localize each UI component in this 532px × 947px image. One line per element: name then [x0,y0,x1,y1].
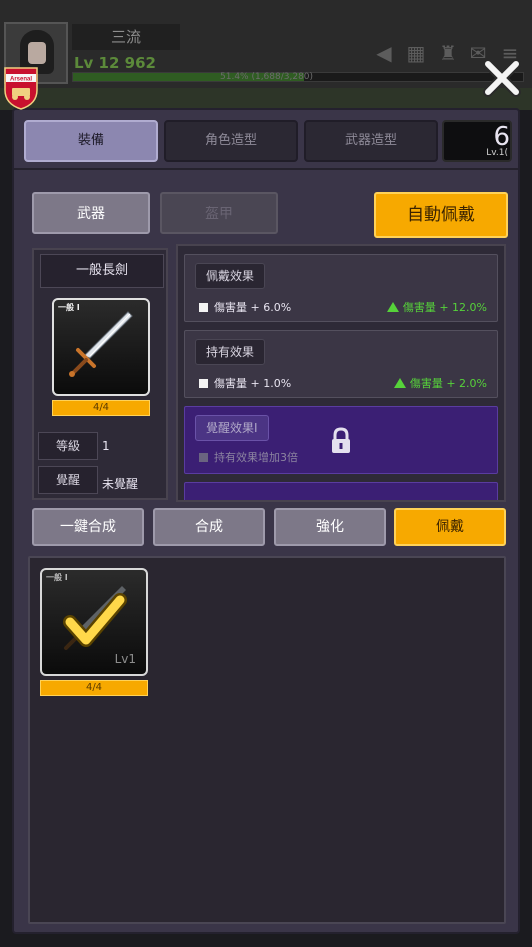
svg-text:Arsenal: Arsenal [10,77,32,83]
hold-effect-gain: 傷害量 + 2.0% [393,375,487,391]
equip-effect-gain: 傷害量 + 12.0% [386,299,487,315]
item-name: 一般長劍 [40,254,164,288]
level-label: 等級 [38,432,98,460]
inventory-item-count-bar: 4/4 [40,680,148,696]
equip-effect-card: 佩戴效果 傷害量 + 6.0% 傷害量 + 12.0% [184,254,498,322]
speaker-icon: ◀ [376,41,392,65]
player-level: Lv 12 962 [74,54,156,72]
tab-extra[interactable]: 6 Lv.1( [442,120,512,162]
merge-button[interactable]: 合成 [153,508,265,546]
level-value: 1 [102,439,110,453]
trophy-icon: ♜ [439,41,457,65]
divider [14,168,518,170]
status-strip [0,88,532,110]
equip-button[interactable]: 佩戴 [394,508,506,546]
awaken-effect-title: 覺醒效果I [195,415,269,441]
top-tab-bar: 裝備 角色造型 武器造型 6 Lv.1( [24,120,512,164]
long-sword-icon [69,311,133,377]
awaken-value: 未覺醒 [102,477,139,491]
tab-extra-level: Lv.1( [486,148,508,158]
increase-arrow-icon [386,302,399,312]
awaken-effect-card-2 [184,482,498,500]
one-click-merge-button[interactable]: 一鍵合成 [32,508,144,546]
sub-tab-armor[interactable]: 盔甲 [160,192,278,234]
awaken-effect-card: 覺醒效果I 持有效果增加3倍 [184,406,498,474]
enhance-button[interactable]: 強化 [274,508,386,546]
awaken-effect-stat: 持有效果增加3倍 [199,449,298,465]
close-icon[interactable] [480,56,524,100]
item-detail-card: 一般長劍 一般 I 4/4 等級 1 覺醒 未覺醒 [32,248,168,500]
bullet-icon [199,303,208,312]
equipment-panel: 裝備 角色造型 武器造型 6 Lv.1( 武器 盔甲 自動佩戴 一般長劍 一般 … [12,108,520,934]
hold-effect-stat: 傷害量 + 1.0% [199,375,291,391]
rarity-tag: 一般 I [58,303,80,312]
tab-weapon-skin[interactable]: 武器造型 [304,120,438,162]
tab-character-skin[interactable]: 角色造型 [164,120,298,162]
calendar-icon: ▦ [406,41,426,65]
item-slot[interactable]: 一般 I [52,298,150,396]
sub-tab-weapon[interactable]: 武器 [32,192,150,234]
item-count-bar: 4/4 [52,400,150,416]
awaken-label: 覺醒 [38,466,98,494]
hold-effect-title: 持有效果 [195,339,266,365]
exp-text: 51.4% (1,688/3,280) [220,72,314,82]
bullet-icon [199,453,208,462]
game-header: 三流 Lv 12 962 51.4% (1,688/3,280) ◀ ▦ ♜ ✉… [0,0,532,110]
equip-effect-stat: 傷害量 + 6.0% [199,299,291,315]
equip-effect-title: 佩戴效果 [195,263,266,289]
lock-icon [332,427,350,453]
inventory-item[interactable]: 一般 I Lv1 [40,568,148,676]
player-name: 三流 [72,24,180,50]
arsenal-crest-icon: Arsenal [4,67,38,110]
auto-equip-button[interactable]: 自動佩戴 [374,192,508,238]
effects-list[interactable]: 佩戴效果 傷害量 + 6.0% 傷害量 + 12.0% 持有效果 傷害量 + 1… [176,244,506,502]
bullet-icon [199,379,208,388]
inventory-item-level: Lv1 [114,652,136,666]
increase-arrow-icon [393,378,406,388]
hold-effect-card: 持有效果 傷害量 + 1.0% 傷害量 + 2.0% [184,330,498,398]
inventory-grid: 一般 I Lv1 4/4 [28,556,506,924]
tab-equipment[interactable]: 裝備 [24,120,158,162]
